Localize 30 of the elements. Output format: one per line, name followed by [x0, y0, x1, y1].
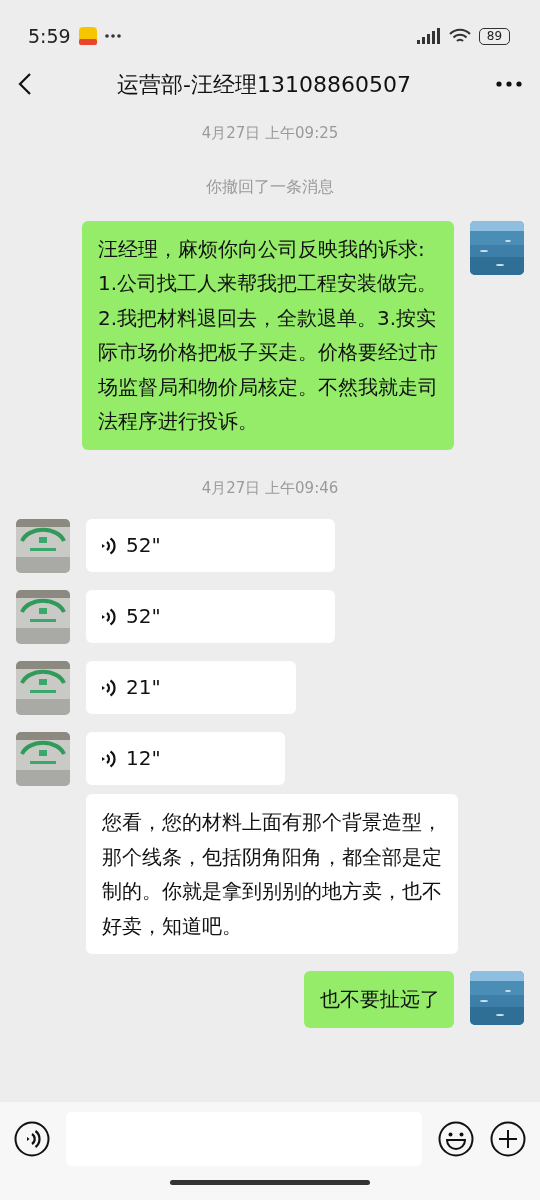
chat-title: 运营部-汪经理13108860507	[117, 70, 411, 99]
voice-icon	[102, 535, 116, 556]
message-bubble[interactable]: 也不要扯远了	[304, 971, 454, 1028]
status-time: 5:59	[28, 23, 71, 49]
more-icon	[104, 34, 121, 38]
voice-duration: 21"	[126, 674, 161, 702]
timestamp: 4月27日 上午09:25	[200, 123, 340, 144]
app-icon	[78, 27, 97, 45]
back-icon[interactable]	[18, 72, 32, 96]
timestamp: 4月27日 上午09:46	[200, 477, 340, 499]
plus-icon[interactable]	[490, 1121, 526, 1157]
voice-icon	[102, 748, 116, 769]
voice-icon	[102, 606, 116, 627]
voice-duration: 52"	[126, 603, 161, 631]
voice-transcript: 您看，您的材料上面有那个背景造型，那个线条，包括阴角阳角，都全部是定制的。你就是拿到别别的地方卖，也不好卖，知道吧。	[86, 794, 458, 954]
voice-message[interactable]: 52"	[86, 519, 335, 572]
voice-message[interactable]: 52"	[86, 590, 335, 643]
emoji-icon[interactable]	[438, 1121, 474, 1157]
signal-icon	[417, 28, 441, 44]
wifi-icon	[449, 28, 471, 44]
voice-input-icon[interactable]	[14, 1121, 50, 1157]
voice-message[interactable]: 21"	[86, 661, 297, 714]
more-icon[interactable]	[496, 81, 522, 87]
voice-message[interactable]: 12"	[86, 732, 285, 785]
message-bubble[interactable]: 汪经理，麻烦你向公司反映我的诉求:1.公司找工人来帮我把工程安装做完。2.我把材料退回去，全款退单。3.按实际市场价格把板子买走。价格要经过市场监督局和物价局核定。不然我就走司法程序进行投诉。	[82, 220, 454, 450]
battery-icon: 89	[479, 27, 510, 45]
voice-icon	[102, 677, 116, 698]
system-notice: 你撤回了一条消息	[205, 175, 335, 198]
voice-duration: 12"	[126, 745, 161, 773]
voice-duration: 52"	[126, 532, 161, 560]
